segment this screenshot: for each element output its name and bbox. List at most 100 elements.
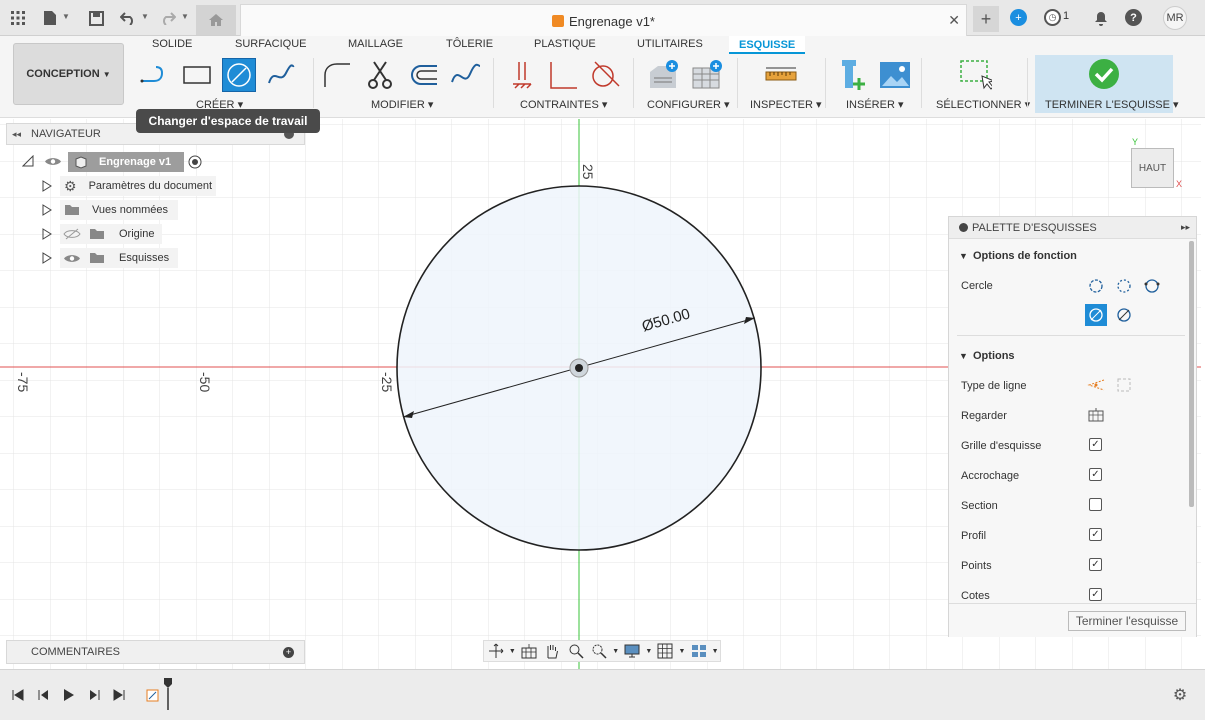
tab-tolerie[interactable]: TÔLERIE [446,38,493,50]
viewports-icon[interactable] [687,641,710,661]
look-at-icon[interactable] [1085,404,1107,426]
finish-checkmark-icon[interactable] [1087,57,1121,91]
three-point-circle-icon[interactable] [1141,275,1163,297]
insert-image-icon[interactable] [878,58,912,92]
new-tab-button[interactable]: + [973,6,999,32]
spline-tool-icon[interactable] [264,58,298,92]
user-avatar[interactable]: MR [1163,6,1187,30]
finish-sketch-palette-button[interactable]: Terminer l'esquisse [1068,611,1186,631]
undo-icon[interactable] [118,8,138,28]
go-to-end-icon[interactable] [111,687,127,703]
file-icon[interactable] [40,8,60,28]
circle-tool-icon[interactable] [222,58,256,92]
options-heading[interactable]: Options [973,350,1015,362]
step-back-icon[interactable] [36,687,52,703]
file-menu-chevron-icon[interactable]: ▼ [62,12,70,21]
grid-settings-icon[interactable] [654,641,677,661]
inspect-menu[interactable]: INSPECTER ▾ [750,98,822,111]
expand-triangle-icon[interactable] [42,228,52,240]
sketch-timeline-feature-icon[interactable] [145,687,161,703]
add-comment-icon[interactable]: + [283,646,294,658]
workspace-switcher-button[interactable]: CONCEPTION ▼ [13,43,124,105]
center-diameter-circle-icon[interactable] [1085,275,1107,297]
collapse-options-icon[interactable]: ▼ [959,351,968,361]
close-tab-icon[interactable]: ✕ [948,12,960,29]
insert-menu[interactable]: INSÉRER ▾ [846,98,903,111]
browser-root-node[interactable]: Engrenage v1 [20,151,210,173]
root-component-label[interactable]: Engrenage v1 [68,152,184,172]
extensions-icon[interactable]: + [1010,9,1027,26]
feature-options-heading[interactable]: Options de fonction [973,250,1077,262]
expand-triangle-icon[interactable] [42,180,52,192]
display-settings-icon[interactable] [621,641,644,661]
expand-triangle-icon[interactable] [42,204,52,216]
tab-esquisse[interactable]: ESQUISSE [729,36,806,54]
tab-utilitaires[interactable]: UTILITAIRES [637,38,703,50]
collapse-feature-options-icon[interactable]: ▼ [959,251,968,261]
tab-surfacique[interactable]: SURFACIQUE [235,38,307,50]
document-tab[interactable]: Engrenage v1* ✕ [240,4,967,36]
tangent-circle-icon[interactable] [1113,304,1135,326]
finish-sketch-menu[interactable]: TERMINER L'ESQUISSE ▾ [1045,98,1179,111]
timeline-settings-gear-icon[interactable]: ⚙ [1172,687,1188,704]
slice-checkbox[interactable] [1089,498,1102,511]
activate-radio-icon[interactable] [188,155,202,169]
perpendicular-constraint-icon[interactable] [546,58,580,92]
diameter-circle-selected-icon[interactable] [1085,304,1107,326]
collapse-triangle-icon[interactable] [22,155,34,167]
browser-item-document-settings[interactable]: ⚙ Paramètres du document [40,175,220,197]
insert-component-icon[interactable] [836,58,870,92]
points-checkbox[interactable]: ✓ [1089,558,1102,571]
fillet-tool-icon[interactable] [320,58,354,92]
tab-plastique[interactable]: PLASTIQUE [534,38,596,50]
trim-scissors-icon[interactable] [363,58,397,92]
measure-ruler-icon[interactable] [764,58,798,92]
viewcube[interactable]: HAUT [1131,148,1174,188]
job-status-icon[interactable]: ◷ [1044,9,1061,26]
construction-line-icon[interactable] [1085,374,1107,396]
look-at-toolbar-icon[interactable] [517,641,540,661]
orbit-icon[interactable] [484,641,507,661]
collapse-navigator-icon[interactable]: ◂◂ [12,129,21,140]
comments-panel-header[interactable]: COMMENTAIRES + [6,640,305,664]
select-menu[interactable]: SÉLECTIONNER ▾ [936,98,1030,111]
sketches-box[interactable]: Esquisses [60,248,178,268]
palette-scrollbar[interactable] [1189,241,1194,507]
modify-menu[interactable]: MODIFIER ▾ [371,98,433,111]
document-settings-box[interactable]: ⚙ Paramètres du document [60,176,216,196]
profile-checkbox[interactable]: ✓ [1089,528,1102,541]
curve-tool-icon[interactable] [449,58,483,92]
viewports-chevron-icon[interactable]: ▼ [710,641,720,661]
redo-icon[interactable] [158,8,178,28]
orbit-chevron-icon[interactable]: ▼ [507,641,517,661]
home-tab[interactable] [196,5,236,35]
display-chevron-icon[interactable]: ▼ [644,641,654,661]
expand-palette-icon[interactable]: ▸▸ [1181,222,1190,233]
rectangle-tool-icon[interactable] [180,58,214,92]
play-icon[interactable] [61,687,77,703]
apps-grid-icon[interactable] [8,8,28,28]
configure-menu[interactable]: CONFIGURER ▾ [647,98,730,111]
notifications-bell-icon[interactable] [1091,8,1111,28]
zoom-icon[interactable] [564,641,587,661]
grid-chevron-icon[interactable]: ▼ [677,641,687,661]
tab-maillage[interactable]: MAILLAGE [348,38,403,50]
dimensions-checkbox[interactable]: ✓ [1089,588,1102,601]
sketch-palette-header[interactable]: PALETTE D'ESQUISSES ▸▸ [949,217,1196,239]
line-tool-icon[interactable] [138,58,172,92]
hidden-eye-icon[interactable] [63,228,81,240]
select-window-icon[interactable] [958,58,992,92]
configure-parameters-icon[interactable] [646,58,680,92]
tangent-constraint-icon[interactable] [588,58,622,92]
undo-chevron-icon[interactable]: ▼ [141,12,149,21]
snap-checkbox[interactable]: ✓ [1089,468,1102,481]
help-icon[interactable]: ? [1125,9,1142,26]
visibility-eye-icon[interactable] [44,156,62,167]
constraints-menu[interactable]: CONTRAINTES ▾ [520,98,607,111]
step-forward-icon[interactable] [86,687,102,703]
save-icon[interactable] [86,8,106,28]
browser-item-origin[interactable]: Origine [40,223,220,245]
fit-zoom-icon[interactable] [587,641,610,661]
named-views-box[interactable]: Vues nommées [60,200,178,220]
pan-hand-icon[interactable] [541,641,564,661]
